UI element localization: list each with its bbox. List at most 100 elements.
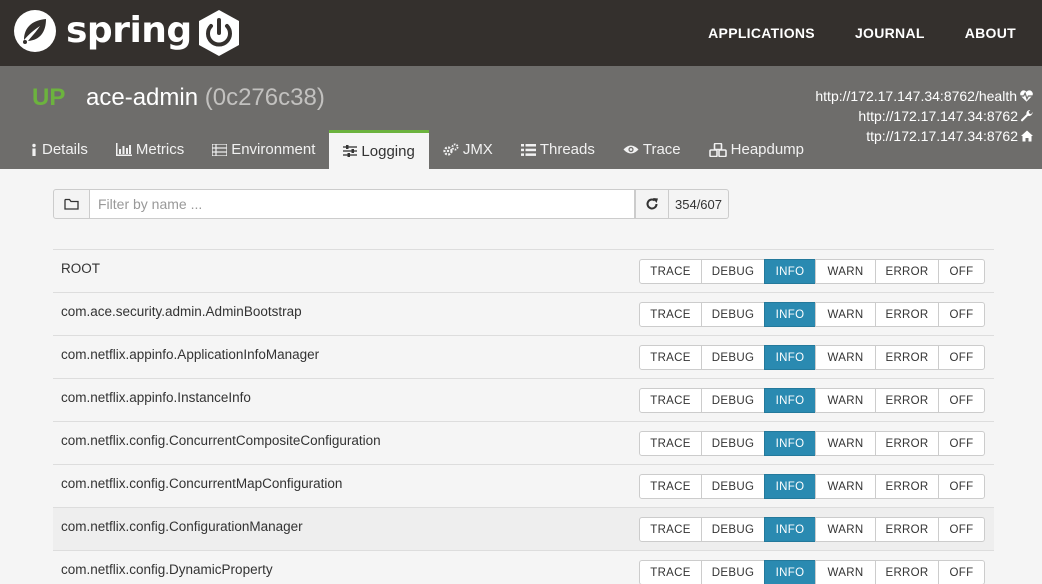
power-hexagon-icon[interactable] xyxy=(194,8,244,58)
level-debug-button[interactable]: DEBUG xyxy=(701,474,765,499)
table-row: com.netflix.config.ConcurrentMapConfigur… xyxy=(53,464,994,507)
level-warn-button[interactable]: WARN xyxy=(815,560,876,584)
level-error-button[interactable]: ERROR xyxy=(875,259,939,284)
logger-name: com.netflix.config.DynamicProperty xyxy=(61,562,273,577)
level-trace-button[interactable]: TRACE xyxy=(639,517,702,542)
nav-journal[interactable]: JOURNAL xyxy=(855,25,925,41)
level-trace-button[interactable]: TRACE xyxy=(639,302,702,327)
tab-metrics[interactable]: Metrics xyxy=(102,130,198,169)
level-off-button[interactable]: OFF xyxy=(938,431,985,456)
level-info-button[interactable]: INFO xyxy=(764,302,816,327)
level-warn-button[interactable]: WARN xyxy=(815,302,876,327)
level-trace-button[interactable]: TRACE xyxy=(639,345,702,370)
table-row: com.ace.security.admin.AdminBootstrap TR… xyxy=(53,292,994,335)
list-icon xyxy=(520,143,536,156)
health-url[interactable]: http://172.17.147.34:8762/health xyxy=(815,86,1017,106)
level-debug-button[interactable]: DEBUG xyxy=(701,345,765,370)
level-off-button[interactable]: OFF xyxy=(938,474,985,499)
level-error-button[interactable]: ERROR xyxy=(875,474,939,499)
level-trace-button[interactable]: TRACE xyxy=(639,431,702,456)
management-url[interactable]: http://172.17.147.34:8762 xyxy=(858,106,1018,126)
tab-logging[interactable]: Logging xyxy=(329,130,429,169)
level-info-button[interactable]: INFO xyxy=(764,474,816,499)
app-id: (0c276c38) xyxy=(204,84,325,111)
level-info-button[interactable]: INFO xyxy=(764,517,816,542)
gears-icon xyxy=(443,143,459,156)
list-icon xyxy=(212,143,228,156)
level-button-group: TRACE DEBUG INFO WARN ERROR OFF xyxy=(639,474,985,499)
level-off-button[interactable]: OFF xyxy=(938,345,985,370)
tab-threads-label: Threads xyxy=(539,141,595,158)
table-row: com.netflix.config.ConfigurationManager … xyxy=(53,507,994,550)
level-info-button[interactable]: INFO xyxy=(764,345,816,370)
level-warn-button[interactable]: WARN xyxy=(815,259,876,284)
level-warn-button[interactable]: WARN xyxy=(815,517,876,542)
level-error-button[interactable]: ERROR xyxy=(875,302,939,327)
level-warn-button[interactable]: WARN xyxy=(815,345,876,370)
level-debug-button[interactable]: DEBUG xyxy=(701,560,765,584)
table-row: com.netflix.appinfo.ApplicationInfoManag… xyxy=(53,335,994,378)
table-row: ROOT TRACE DEBUG INFO WARN ERROR OFF xyxy=(53,249,994,292)
tab-environment[interactable]: Environment xyxy=(198,130,329,169)
tab-trace[interactable]: Trace xyxy=(609,130,695,169)
level-warn-button[interactable]: WARN xyxy=(815,431,876,456)
level-info-button[interactable]: INFO xyxy=(764,560,816,584)
level-trace-button[interactable]: TRACE xyxy=(639,560,702,584)
logger-name: com.netflix.config.ConfigurationManager xyxy=(61,519,303,534)
home-icon xyxy=(1021,130,1033,142)
level-debug-button[interactable]: DEBUG xyxy=(701,431,765,456)
table-row: com.netflix.config.ConcurrentCompositeCo… xyxy=(53,421,994,464)
tab-jmx-label: JMX xyxy=(462,141,493,158)
top-navbar: spring APPLICATIONS JOURNAL ABOUT xyxy=(0,0,1042,66)
level-trace-button[interactable]: TRACE xyxy=(639,259,702,284)
tab-heapdump-label: Heapdump xyxy=(730,141,805,158)
level-error-button[interactable]: ERROR xyxy=(875,388,939,413)
level-warn-button[interactable]: WARN xyxy=(815,388,876,413)
level-off-button[interactable]: OFF xyxy=(938,517,985,542)
level-debug-button[interactable]: DEBUG xyxy=(701,388,765,413)
level-error-button[interactable]: ERROR xyxy=(875,345,939,370)
filter-input[interactable] xyxy=(90,189,635,219)
refresh-button[interactable] xyxy=(635,189,669,219)
level-trace-button[interactable]: TRACE xyxy=(639,474,702,499)
tab-jmx[interactable]: JMX xyxy=(429,130,507,169)
level-debug-button[interactable]: DEBUG xyxy=(701,259,765,284)
level-off-button[interactable]: OFF xyxy=(938,388,985,413)
nav-about[interactable]: ABOUT xyxy=(965,25,1016,41)
brand-name: spring xyxy=(66,10,192,51)
tab-details[interactable]: Details xyxy=(16,130,102,169)
tab-metrics-label: Metrics xyxy=(135,141,185,158)
level-off-button[interactable]: OFF xyxy=(938,302,985,327)
cubes-icon xyxy=(708,142,727,157)
level-error-button[interactable]: ERROR xyxy=(875,431,939,456)
level-debug-button[interactable]: DEBUG xyxy=(701,517,765,542)
logger-count: 354/607 xyxy=(669,189,729,219)
tab-logging-label: Logging xyxy=(361,142,415,160)
app-urls: http://172.17.147.34:8762/health http://… xyxy=(815,86,1034,146)
level-info-button[interactable]: INFO xyxy=(764,431,816,456)
logger-name: com.ace.security.admin.AdminBootstrap xyxy=(61,304,302,319)
level-button-group: TRACE DEBUG INFO WARN ERROR OFF xyxy=(639,517,985,542)
level-button-group: TRACE DEBUG INFO WARN ERROR OFF xyxy=(639,560,985,584)
tab-heapdump[interactable]: Heapdump xyxy=(695,130,818,169)
level-warn-button[interactable]: WARN xyxy=(815,474,876,499)
level-error-button[interactable]: ERROR xyxy=(875,560,939,584)
tab-threads[interactable]: Threads xyxy=(507,130,609,169)
level-off-button[interactable]: OFF xyxy=(938,259,985,284)
level-button-group: TRACE DEBUG INFO WARN ERROR OFF xyxy=(639,388,985,413)
level-info-button[interactable]: INFO xyxy=(764,259,816,284)
level-trace-button[interactable]: TRACE xyxy=(639,388,702,413)
tab-trace-label: Trace xyxy=(642,141,681,158)
app-tabs: Details Metrics Environment Logging JMX … xyxy=(16,130,818,169)
level-button-group: TRACE DEBUG INFO WARN ERROR OFF xyxy=(639,345,985,370)
wrench-icon xyxy=(1020,109,1033,122)
folder-toggle-button[interactable] xyxy=(53,189,90,219)
level-info-button[interactable]: INFO xyxy=(764,388,816,413)
service-url[interactable]: ttp://172.17.147.34:8762 xyxy=(866,126,1018,146)
brand[interactable]: spring xyxy=(12,8,192,54)
level-debug-button[interactable]: DEBUG xyxy=(701,302,765,327)
level-off-button[interactable]: OFF xyxy=(938,560,985,584)
nav-applications[interactable]: APPLICATIONS xyxy=(708,25,815,41)
level-button-group: TRACE DEBUG INFO WARN ERROR OFF xyxy=(639,302,985,327)
level-error-button[interactable]: ERROR xyxy=(875,517,939,542)
